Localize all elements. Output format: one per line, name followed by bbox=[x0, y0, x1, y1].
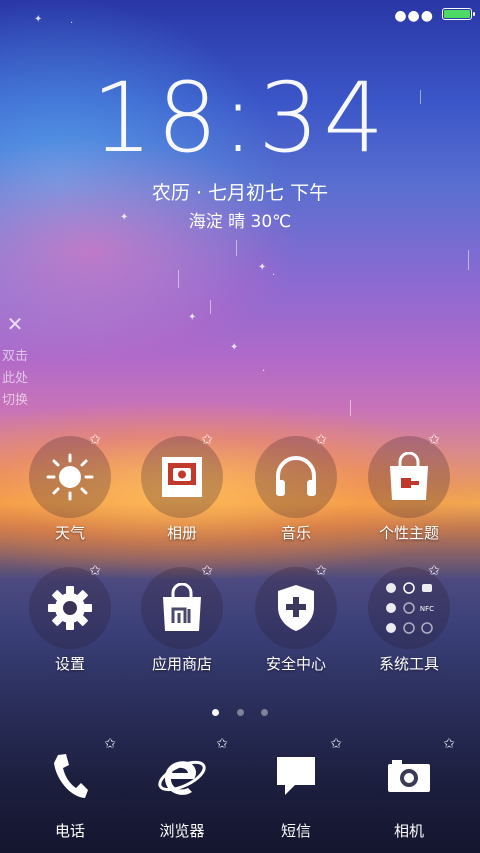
rain-streak bbox=[178, 270, 179, 288]
rain-streak bbox=[468, 250, 469, 270]
sparkle: ✦ bbox=[188, 312, 197, 323]
app-weather[interactable]: ✩ 天气 bbox=[14, 432, 126, 543]
dock-icon-wrap: ✩ bbox=[353, 736, 465, 810]
side-switch-hint[interactable]: ✕ 双击此处切换 bbox=[0, 312, 30, 412]
mi-store-bag-icon bbox=[163, 583, 201, 631]
weather-summary[interactable]: 海淀 晴 30℃ bbox=[0, 207, 480, 232]
app-circle: ✩ bbox=[29, 432, 111, 518]
message-icon bbox=[277, 757, 315, 795]
star-icon: ✩ bbox=[201, 432, 213, 448]
star-icon: ✩ bbox=[315, 563, 327, 579]
app-themes[interactable]: ✩ 个性主题 bbox=[353, 432, 465, 543]
more-dots-icon: ●●● bbox=[394, 8, 434, 24]
rain-streak bbox=[236, 240, 237, 256]
dock-browser[interactable]: ✩ 浏览器 bbox=[126, 736, 238, 841]
dock-label: 相机 bbox=[393, 822, 424, 840]
app-circle: ✩ NFC bbox=[368, 563, 450, 649]
star-icon: ✩ bbox=[443, 736, 455, 752]
dock-icon-wrap: ✩ bbox=[240, 736, 352, 810]
page-dot-active[interactable] bbox=[212, 709, 220, 716]
battery-level bbox=[444, 10, 470, 18]
star-icon: ✩ bbox=[89, 432, 101, 448]
app-circle: ✩ bbox=[368, 432, 450, 518]
dock-icon-wrap: ✩ bbox=[14, 736, 126, 810]
browser-e-icon bbox=[158, 760, 206, 795]
sparkle: · bbox=[262, 366, 266, 377]
headphones-icon bbox=[276, 456, 316, 496]
sun-icon bbox=[46, 453, 94, 501]
app-label: 相册 bbox=[166, 524, 197, 542]
sparkle: ✦ bbox=[258, 262, 267, 273]
app-label: 音乐 bbox=[280, 524, 311, 542]
app-circle: ✩ bbox=[141, 563, 223, 649]
close-icon[interactable]: ✕ bbox=[0, 312, 30, 336]
app-music[interactable]: ✩ 音乐 bbox=[240, 432, 352, 543]
sparkle: · bbox=[272, 270, 276, 281]
app-circle: ✩ bbox=[141, 432, 223, 518]
camera-icon bbox=[388, 760, 430, 792]
app-security[interactable]: ✩ 安全中心 bbox=[240, 563, 352, 674]
tools-folder-icon: NFC bbox=[386, 582, 434, 634]
dock-icon-wrap: ✩ bbox=[126, 736, 238, 810]
rain-streak bbox=[350, 400, 351, 416]
star-icon: ✩ bbox=[201, 563, 213, 579]
dock-label: 短信 bbox=[280, 822, 311, 840]
dock-messages[interactable]: ✩ 短信 bbox=[240, 736, 352, 841]
dock-camera[interactable]: ✩ 相机 bbox=[353, 736, 465, 841]
clock-time[interactable]: 18:34 bbox=[0, 62, 480, 174]
star-icon: ✩ bbox=[315, 432, 327, 448]
page-dot[interactable] bbox=[260, 709, 268, 716]
battery-icon bbox=[442, 8, 475, 20]
app-label: 设置 bbox=[54, 655, 85, 673]
star-icon: ✩ bbox=[216, 736, 228, 752]
sparkle: ✦ bbox=[230, 342, 239, 353]
app-label: 应用商店 bbox=[151, 655, 212, 673]
dock-label: 电话 bbox=[54, 822, 85, 840]
app-tools-folder[interactable]: ✩ NFC 系统工具 bbox=[353, 563, 465, 674]
page-indicator[interactable] bbox=[0, 701, 480, 720]
app-settings[interactable]: ✩ 设置 bbox=[14, 563, 126, 674]
gear-icon bbox=[48, 586, 92, 630]
side-hint-text: 双击此处切换 bbox=[1, 349, 28, 408]
star-icon: ✩ bbox=[89, 563, 101, 579]
rain-streak bbox=[210, 300, 211, 314]
theme-bag-icon bbox=[390, 452, 428, 500]
app-circle: ✩ bbox=[29, 563, 111, 649]
app-store[interactable]: ✩ 应用商店 bbox=[126, 563, 238, 674]
app-label: 天气 bbox=[54, 524, 85, 542]
svg-text:NFC: NFC bbox=[420, 605, 434, 613]
page-dot[interactable] bbox=[236, 709, 244, 716]
app-label: 系统工具 bbox=[378, 655, 439, 673]
dock-label: 浏览器 bbox=[159, 822, 205, 840]
app-label: 个性主题 bbox=[378, 524, 439, 542]
star-icon: ✩ bbox=[428, 563, 440, 579]
shield-plus-icon bbox=[278, 585, 314, 631]
status-bar: ●●● bbox=[0, 0, 480, 30]
photo-icon bbox=[162, 457, 202, 497]
app-gallery[interactable]: ✩ 相册 bbox=[126, 432, 238, 543]
phone-icon bbox=[54, 754, 88, 798]
app-label: 安全中心 bbox=[265, 655, 326, 673]
lunar-date: 农历 · 七月初七 下午 bbox=[151, 182, 329, 204]
star-icon: ✩ bbox=[428, 432, 440, 448]
app-circle: ✩ bbox=[255, 432, 337, 518]
star-icon: ✩ bbox=[104, 736, 116, 752]
app-circle: ✩ bbox=[255, 563, 337, 649]
star-icon: ✩ bbox=[330, 736, 342, 752]
dock-phone[interactable]: ✩ 电话 bbox=[14, 736, 126, 841]
